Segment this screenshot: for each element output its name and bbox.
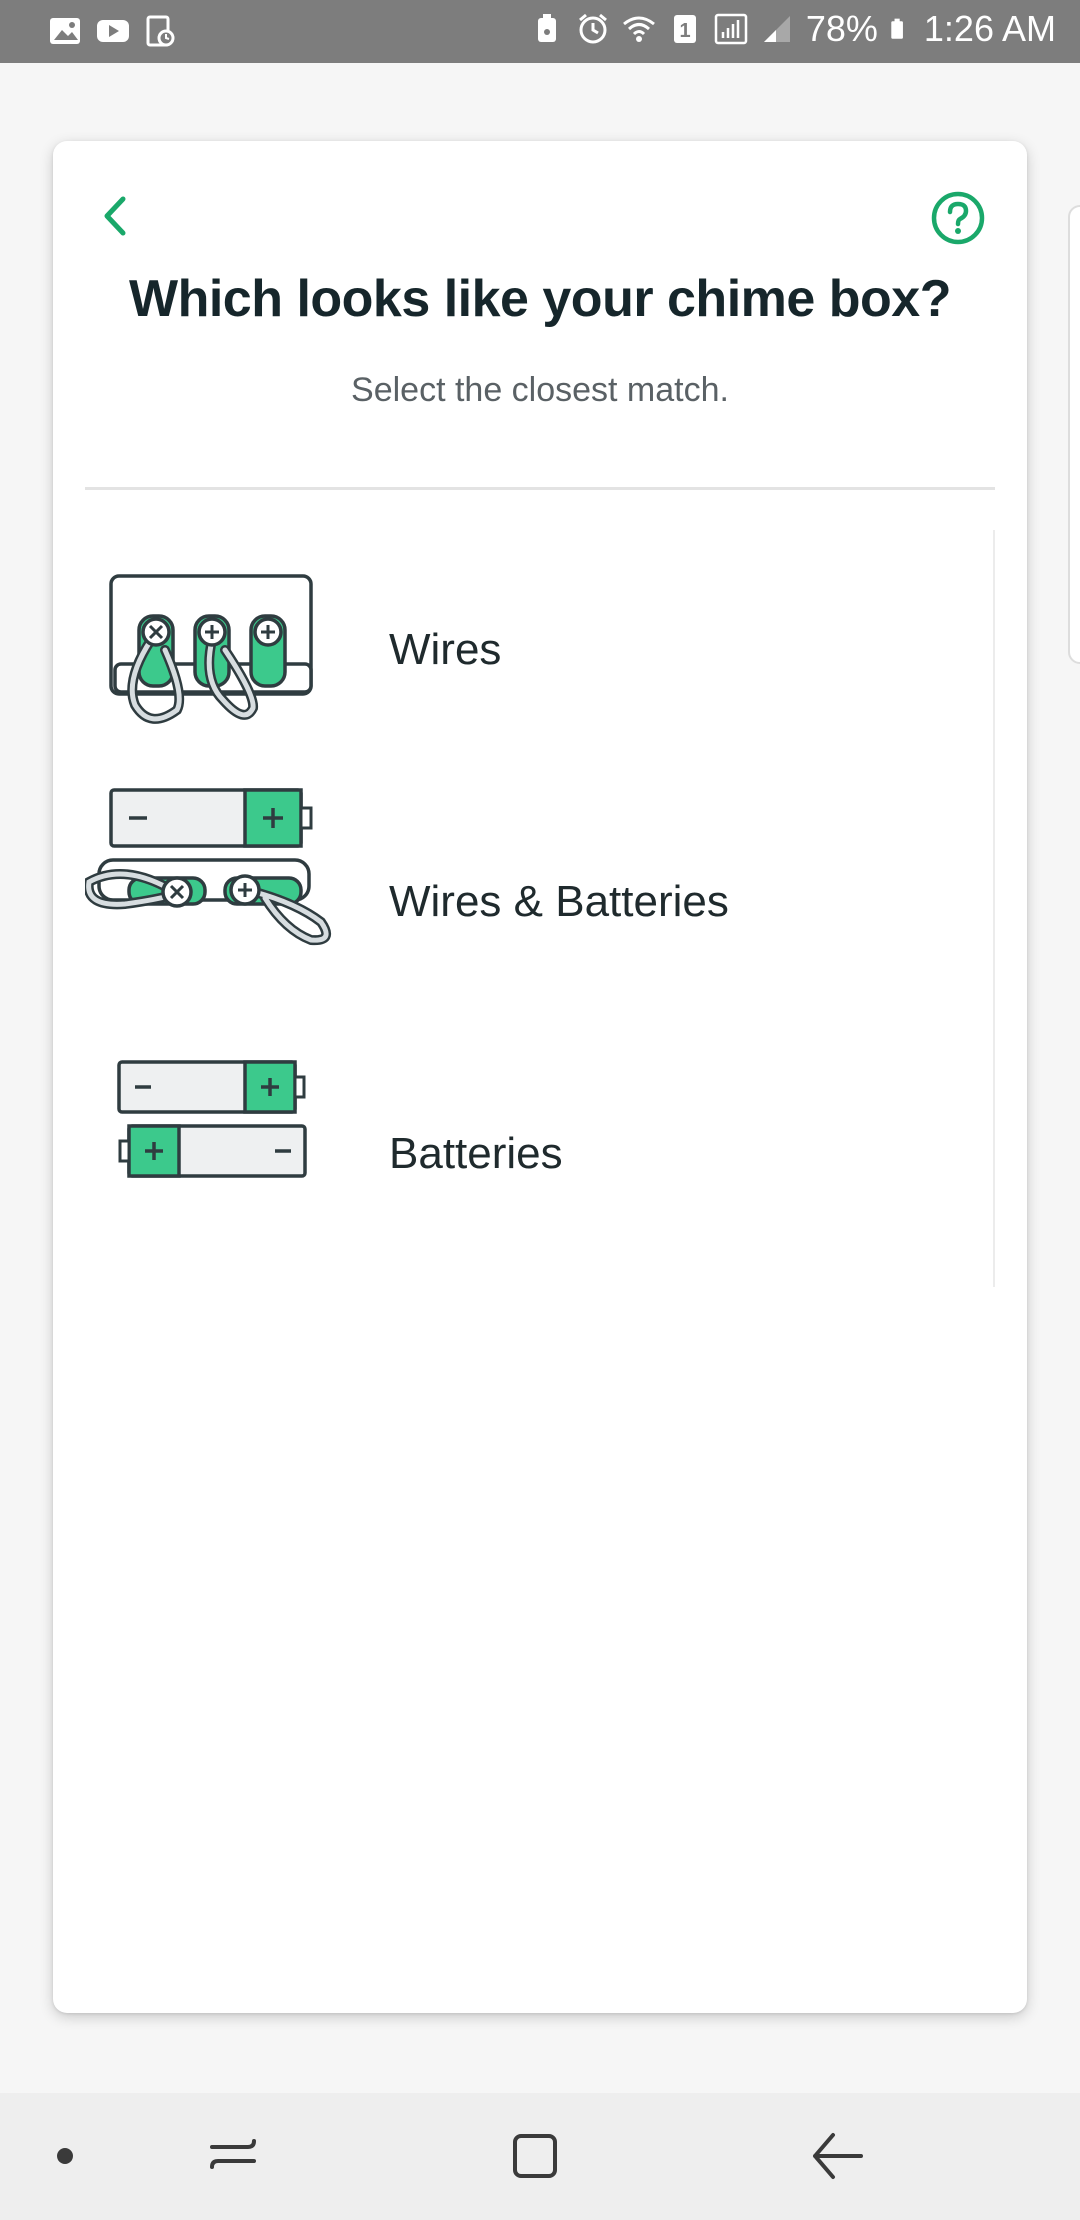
gallery-icon	[50, 18, 80, 44]
help-icon[interactable]	[931, 191, 985, 245]
back-arrow-icon[interactable]	[91, 191, 141, 241]
option-batteries[interactable]: Batteries	[85, 1034, 993, 1274]
option-label: Wires & Batteries	[389, 877, 729, 926]
battery-icon	[891, 18, 903, 39]
status-bar: 1 78% 1:26 AM	[0, 0, 1080, 63]
dot-icon[interactable]	[30, 2121, 100, 2191]
navigation-bar	[0, 2093, 1080, 2220]
option-wires[interactable]: Wires	[85, 530, 993, 770]
batteries-chime-icon	[117, 1060, 307, 1178]
next-card-peek	[1068, 205, 1080, 664]
page-title: Which looks like your chime box?	[129, 270, 951, 328]
signal-icon	[714, 13, 748, 45]
svg-text:1: 1	[679, 20, 690, 42]
divider	[85, 487, 995, 490]
back-icon[interactable]	[803, 2121, 873, 2191]
status-left-icons	[48, 14, 178, 48]
wires-chime-icon	[109, 574, 313, 724]
status-right: 1 78% 1:26 AM	[530, 8, 1056, 50]
page-subtitle: Select the closest match.	[351, 371, 729, 409]
recents-icon[interactable]	[198, 2121, 268, 2191]
alarm-icon	[578, 13, 607, 44]
option-wires-and-batteries[interactable]: Wires & Batteries	[85, 782, 993, 1022]
signal-icon-2	[763, 16, 790, 42]
clipboard-icon	[146, 15, 175, 47]
options-list: Wires Wires & Batteries Batteries	[85, 530, 995, 1287]
sim1-icon: 1	[673, 15, 696, 43]
youtube-icon	[97, 20, 129, 42]
wires-and-batteries-chime-icon	[85, 788, 332, 946]
lock-icon	[537, 14, 556, 42]
battery-percent: 78%	[805, 8, 878, 49]
home-icon[interactable]	[500, 2121, 570, 2191]
wifi-icon	[622, 16, 655, 42]
option-label: Wires	[389, 625, 502, 674]
clock: 1:26 AM	[923, 8, 1056, 49]
chime-type-card: Which looks like your chime box? Select …	[53, 141, 1027, 2013]
option-label: Batteries	[389, 1129, 563, 1178]
